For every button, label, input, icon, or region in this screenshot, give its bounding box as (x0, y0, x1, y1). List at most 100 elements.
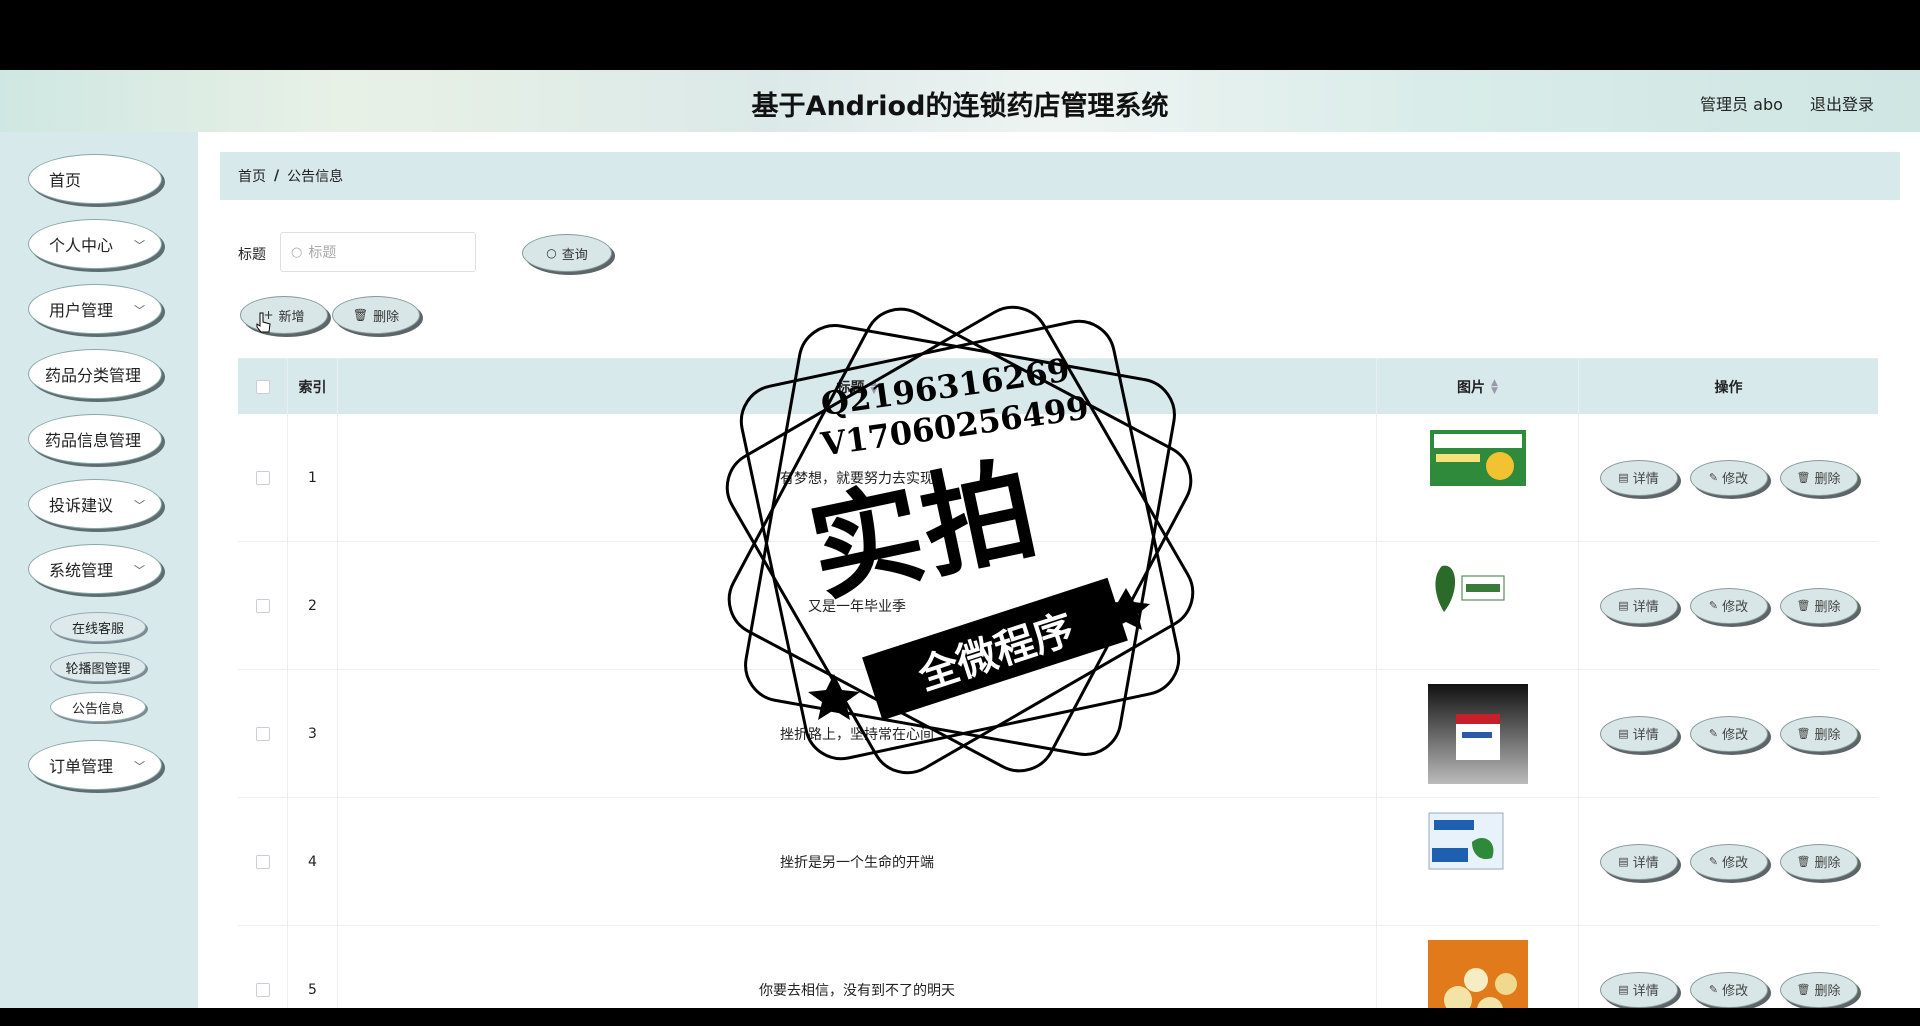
detail-button[interactable]: ▤ 详情 (1599, 459, 1678, 496)
trash-icon: 🗑 (1796, 855, 1811, 868)
row-image-cell (1377, 414, 1579, 541)
chevron-down-icon: ﹀ (134, 499, 145, 512)
row-index: 4 (288, 798, 338, 925)
document-icon: ▤ (1618, 727, 1629, 740)
pointer-cursor-icon (256, 312, 271, 333)
row-image-cell (1377, 542, 1579, 669)
search-label: 标题 (238, 247, 266, 263)
row-index: 1 (288, 414, 338, 541)
chevron-down-icon: ﹀ (134, 304, 145, 317)
breadcrumb: 首页 / 公告信息 (220, 152, 1900, 200)
header-ops: 操作 (1714, 379, 1743, 396)
logout-link[interactable]: 退出登录 (1810, 95, 1874, 114)
row-checkbox[interactable] (255, 598, 270, 613)
pills-photo-image (1427, 939, 1528, 1008)
sort-icon[interactable]: ▲ ▼ (1491, 378, 1498, 395)
batch-delete-button[interactable]: 🗑 删除 (332, 296, 420, 334)
row-checkbox[interactable] (255, 726, 270, 741)
delete-button[interactable]: 🗑 删除 (1779, 971, 1858, 1008)
edit-button[interactable]: ✎ 修改 (1689, 843, 1768, 880)
medicine-box-image (1429, 429, 1526, 486)
sidebar-item-personal[interactable]: 个人中心 ﹀ (28, 219, 162, 269)
row-title: 你要去相信，没有到不了的明天 (338, 926, 1377, 1008)
trash-icon: 🗑 (1796, 599, 1811, 612)
delete-button[interactable]: 🗑 删除 (1779, 715, 1858, 752)
header-index: 索引 (288, 359, 338, 414)
chevron-down-icon: ﹀ (134, 239, 145, 252)
select-all-cell (238, 359, 288, 414)
search-placeholder: 标题 (308, 245, 337, 261)
oral-liquid-box-image (1428, 812, 1503, 869)
search-icon: ○ (291, 244, 303, 260)
user-area: 管理员 abo 退出登录 (1678, 91, 1874, 115)
sidebar: 首页 个人中心 ﹀ 用户管理 ﹀ 药品分类管理 药品信息管理 投诉建议 ﹀ 系统管理 ﹀… (0, 132, 198, 1008)
sidebar-item-system[interactable]: 系统管理 ﹀ (28, 544, 162, 594)
pencil-icon: ✎ (1708, 471, 1719, 484)
row-ops: ▤ 详情 ✎ 修改 🗑 删除 (1579, 798, 1878, 925)
trash-icon: 🗑 (1796, 983, 1811, 996)
row-ops: ▤ 详情 ✎ 修改 🗑 删除 (1579, 542, 1878, 669)
chevron-down-icon: ﹀ (134, 760, 145, 773)
row-title: 挫折是另一个生命的开端 (338, 798, 1377, 925)
medicine-pack-image (1427, 683, 1528, 784)
document-icon: ▤ (1618, 983, 1629, 996)
sidebar-item-orders[interactable]: 订单管理 ﹀ (28, 740, 162, 790)
row-checkbox[interactable] (255, 854, 270, 869)
trash-icon: 🗑 (1796, 727, 1811, 740)
row-image-cell (1377, 926, 1579, 1008)
sidebar-item-complaints[interactable]: 投诉建议 ﹀ (28, 479, 162, 529)
breadcrumb-current: 公告信息 (287, 169, 344, 185)
row-ops: ▤ 详情 ✎ 修改 🗑 删除 (1579, 926, 1878, 1008)
row-checkbox[interactable] (255, 470, 270, 485)
sidebar-item-users[interactable]: 用户管理 ﹀ (28, 284, 162, 334)
pencil-icon: ✎ (1708, 983, 1719, 996)
delete-button[interactable]: 🗑 删除 (1779, 587, 1858, 624)
sidebar-subitem-online-service[interactable]: 在线客服 (50, 612, 146, 642)
detail-button[interactable]: ▤ 详情 (1599, 587, 1678, 624)
delete-button[interactable]: 🗑 删除 (1779, 843, 1858, 880)
trash-icon: 🗑 (1796, 471, 1811, 484)
edit-button[interactable]: ✎ 修改 (1689, 459, 1768, 496)
breadcrumb-separator: / (274, 168, 280, 184)
row-ops: ▤ 详情 ✎ 修改 🗑 删除 (1579, 414, 1878, 541)
table-row: 4 挫折是另一个生命的开端 ▤ 详情 ✎ 修改 🗑 删除 (238, 798, 1878, 926)
edit-button[interactable]: ✎ 修改 (1689, 587, 1768, 624)
row-image-cell (1377, 798, 1579, 925)
edit-button[interactable]: ✎ 修改 (1689, 715, 1768, 752)
sidebar-subitem-carousel[interactable]: 轮播图管理 (50, 652, 146, 682)
document-icon: ▤ (1618, 599, 1629, 612)
query-button[interactable]: ○ 查询 (522, 234, 612, 272)
pencil-icon: ✎ (1708, 727, 1719, 740)
detail-button[interactable]: ▤ 详情 (1599, 971, 1678, 1008)
sidebar-item-home[interactable]: 首页 (28, 154, 162, 204)
app-title: 基于Andriod的连锁药店管理系统 (751, 91, 1169, 122)
admin-user: 管理员 abo (1700, 95, 1783, 114)
sidebar-item-drug-info[interactable]: 药品信息管理 (28, 414, 162, 464)
sidebar-subitem-notice[interactable]: 公告信息 (50, 692, 146, 722)
detail-button[interactable]: ▤ 详情 (1599, 843, 1678, 880)
delete-button[interactable]: 🗑 删除 (1779, 459, 1858, 496)
header-image[interactable]: 图片 ▲ ▼ (1377, 359, 1579, 414)
row-image-cell (1377, 670, 1579, 797)
detail-button[interactable]: ▤ 详情 (1599, 715, 1678, 752)
breadcrumb-home[interactable]: 首页 (238, 166, 266, 186)
sidebar-item-drug-category[interactable]: 药品分类管理 (28, 349, 162, 399)
search-input[interactable]: ○ 标题 (280, 232, 476, 272)
pencil-icon: ✎ (1708, 855, 1719, 868)
row-index: 3 (288, 670, 338, 797)
document-icon: ▤ (1618, 471, 1629, 484)
search-icon: ○ (546, 246, 557, 260)
add-button[interactable]: + 新增 (240, 296, 328, 334)
edit-button[interactable]: ✎ 修改 (1689, 971, 1768, 1008)
select-all-checkbox[interactable] (255, 379, 270, 394)
row-checkbox[interactable] (255, 982, 270, 997)
row-index: 2 (288, 542, 338, 669)
pencil-icon: ✎ (1708, 599, 1719, 612)
document-icon: ▤ (1618, 855, 1629, 868)
row-index: 5 (288, 926, 338, 1008)
chevron-down-icon: ﹀ (134, 564, 145, 577)
bottom-letterbox (0, 1008, 1920, 1026)
row-ops: ▤ 详情 ✎ 修改 🗑 删除 (1579, 670, 1878, 797)
table-row: 5 你要去相信，没有到不了的明天 ▤ 详情 ✎ 修改 🗑 删除 (238, 926, 1878, 1008)
herb-logo-image (1434, 565, 1504, 612)
